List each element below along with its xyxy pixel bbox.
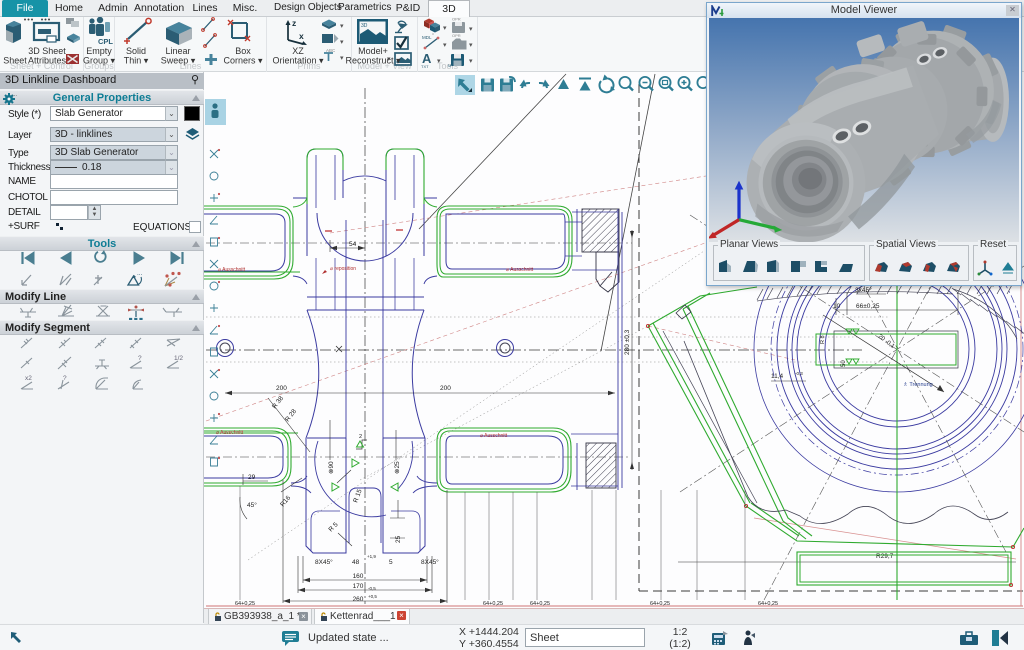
- svg-text:MDL: MDL: [422, 35, 432, 40]
- svg-text:Attributes: Attributes: [28, 56, 67, 66]
- svg-text:...: ...: [137, 270, 143, 277]
- svg-text:TXT: TXT: [421, 64, 429, 69]
- svg-text:R 15: R 15: [352, 488, 363, 504]
- svg-text:160: 160: [353, 573, 364, 580]
- svg-text:⌀ Ausschnitt: ⌀ Ausschnitt: [480, 433, 508, 439]
- svg-text:64+0,25: 64+0,25: [530, 601, 550, 607]
- svg-text:▾: ▾: [443, 42, 447, 49]
- svg-text:⊗90: ⊗90: [328, 461, 335, 474]
- svg-text:66±0,25: 66±0,25: [856, 303, 880, 310]
- svg-text:R 8: R 8: [820, 335, 826, 344]
- svg-text:Linear: Linear: [165, 46, 190, 56]
- svg-text:2: 2: [359, 434, 362, 440]
- svg-text:▾: ▾: [340, 39, 344, 46]
- svg-text:3D: 3D: [361, 23, 368, 29]
- svg-text:45°: 45°: [247, 501, 257, 509]
- svg-text:z: z: [292, 18, 296, 28]
- svg-text:50: 50: [841, 360, 847, 367]
- svg-text:?: ?: [63, 375, 67, 382]
- svg-text:Model+: Model+: [358, 46, 388, 56]
- svg-text:▾: ▾: [469, 26, 473, 33]
- svg-text:8X45°: 8X45°: [421, 558, 439, 566]
- svg-text:Reconstruct ▾: Reconstruct ▾: [345, 56, 401, 66]
- svg-text:OPR: OPR: [452, 17, 461, 22]
- svg-text:▾: ▾: [437, 58, 441, 65]
- svg-text:R 28: R 28: [284, 408, 298, 423]
- svg-text:Group ▾: Group ▾: [83, 56, 116, 66]
- svg-text:▾: ▾: [340, 23, 344, 30]
- svg-text:Sweep ▾: Sweep ▾: [161, 56, 196, 66]
- svg-text:R 5: R 5: [327, 521, 339, 533]
- svg-text:XZ: XZ: [292, 46, 304, 56]
- svg-text:-0,3: -0,3: [795, 371, 803, 376]
- svg-text:Orientation ▾: Orientation ▾: [272, 56, 324, 66]
- svg-text:⌀ Ausschnitt: ⌀ Ausschnitt: [218, 267, 246, 273]
- svg-text:⌀ Ausschnitt: ⌀ Ausschnitt: [506, 267, 534, 273]
- svg-text:?: ?: [138, 355, 142, 362]
- svg-text:R29,7: R29,7: [876, 553, 894, 560]
- svg-text:Solid: Solid: [126, 46, 146, 56]
- svg-text:54: 54: [349, 241, 357, 248]
- svg-text:20 -0,1: 20 -0,1: [877, 334, 896, 350]
- svg-text:64+0,25: 64+0,25: [483, 601, 503, 607]
- svg-text:200: 200: [440, 385, 451, 392]
- svg-text:8X45°: 8X45°: [315, 558, 333, 566]
- svg-text:CPL: CPL: [98, 37, 113, 46]
- svg-text:Thin ▾: Thin ▾: [124, 56, 149, 66]
- svg-text:°: °: [432, 33, 434, 39]
- svg-text:170: 170: [353, 583, 364, 590]
- svg-text:Corners ▾: Corners ▾: [223, 56, 263, 66]
- svg-text:3D Sheet: 3D Sheet: [28, 46, 66, 56]
- svg-text:▾: ▾: [469, 42, 473, 49]
- svg-text:x2: x2: [25, 375, 32, 382]
- svg-text:280 ±0,3: 280 ±0,3: [624, 329, 631, 355]
- svg-text:64+0,25: 64+0,25: [235, 601, 255, 607]
- svg-text:-0,5: -0,5: [368, 586, 376, 591]
- svg-text:+1,9: +1,9: [367, 554, 376, 559]
- svg-text:R16: R16: [279, 494, 292, 508]
- svg-text:Box: Box: [235, 46, 251, 56]
- svg-text:11,4: 11,4: [771, 373, 784, 380]
- svg-text:+0,5: +0,5: [368, 594, 377, 599]
- svg-text:OPR: OPR: [452, 33, 461, 38]
- svg-text:▾: ▾: [469, 58, 473, 65]
- svg-text:64+0,25: 64+0,25: [650, 601, 670, 607]
- svg-text:5: 5: [389, 559, 393, 566]
- svg-text:3x45°: 3x45°: [855, 286, 872, 294]
- svg-text:200: 200: [276, 385, 287, 392]
- svg-text:⊗25: ⊗25: [394, 461, 401, 474]
- svg-text:29: 29: [248, 474, 256, 481]
- svg-text:▾: ▾: [340, 55, 344, 62]
- svg-text:▾: ▾: [443, 25, 447, 32]
- svg-text:Empty: Empty: [86, 46, 112, 56]
- svg-text:ABC: ABC: [326, 48, 336, 53]
- svg-text:48: 48: [352, 559, 360, 566]
- svg-text:⌀ reposition: ⌀ reposition: [330, 266, 356, 272]
- svg-text:M: M: [448, 63, 451, 68]
- svg-text:1/2: 1/2: [174, 355, 183, 362]
- svg-text:♗ Trennung: ♗ Trennung: [903, 381, 933, 388]
- svg-text:⌀ Ausschnitt: ⌀ Ausschnitt: [216, 430, 244, 436]
- svg-text:64+0,25: 64+0,25: [758, 601, 778, 607]
- svg-text:260: 260: [353, 596, 364, 603]
- svg-text:Sheet: Sheet: [3, 56, 27, 66]
- svg-text:25: 25: [395, 535, 402, 543]
- svg-text:10: 10: [833, 303, 841, 310]
- svg-text:...: ...: [12, 92, 17, 98]
- svg-text:x: x: [299, 31, 304, 41]
